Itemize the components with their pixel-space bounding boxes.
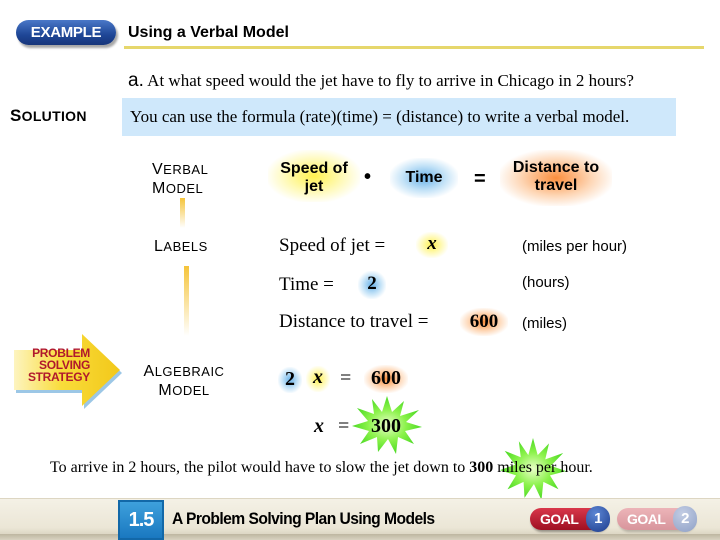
label-name: Speed of jet = [279,235,386,256]
section-number-button[interactable]: 1.5 [118,500,164,540]
example-badge: EXAMPLE [16,20,116,45]
term-speed-line2: jet [304,178,324,195]
goal-1-label: GOAL [540,511,579,527]
labels-rest: ABELS [163,239,208,254]
equation-equals: = [340,367,352,389]
question-letter: a. [128,70,144,91]
header-divider [124,46,704,49]
section-title-link[interactable]: A Problem Solving Plan Using Models [172,509,435,529]
label-value: 600 [469,311,499,332]
label-value: x [427,233,437,254]
label-value: 2 [367,273,377,294]
conclusion-after: miles per hour. [497,459,593,476]
label-row-speed: Speed of jet = [279,235,385,257]
result-value: 300 [371,415,401,437]
model-rest: ODEL [165,181,204,196]
solution-label-rest: OLUTION [21,108,87,124]
connector-bar [180,198,185,228]
equation-variable: x [313,366,323,388]
conclusion-before: To arrive in 2 hours, the pilot would ha… [50,459,466,476]
equals-operator: = [474,168,486,190]
algebraic-cap: A [143,363,155,380]
times-operator: • [364,166,372,188]
label-unit: (miles per hour) [522,238,628,255]
model-cap: M [158,382,173,399]
algebraic-model-label: ALGEBRAIC MODEL [132,362,236,400]
verbal-rest: ERBAL [163,162,209,177]
goal-2-number: 2 [673,506,697,532]
model-rest: ODEL [172,383,210,398]
solution-label: SOLUTION [10,106,87,126]
footer-shadow [0,534,720,540]
verbal-cap: V [152,161,164,178]
label-row-time: Time = [279,274,334,296]
term-time: Time [405,169,443,186]
solution-text: You can use the formula (rate)(time) = (… [130,107,630,126]
connector-bar [184,266,189,336]
result-equals: = [338,415,350,437]
conclusion-text: To arrive in 2 hours, the pilot would ha… [50,459,593,477]
labels-label: LABELS [154,237,208,256]
term-speed-of-jet: Speed of jet [268,160,360,196]
strategy-badge-text: PROBLEM SOLVING STRATEGY [24,347,90,383]
term-distance-line2: travel [534,177,578,194]
labels-cap: L [154,238,164,255]
verbal-model-label: VERBAL MODEL [152,160,208,198]
label-name: Distance to travel = [279,311,429,332]
label-unit: (hours) [522,274,570,291]
goal-1-button[interactable]: GOAL 1 [530,506,610,532]
label-row-distance: Distance to travel = [279,311,428,333]
goal-1-number: 1 [586,506,610,532]
conclusion-highlight: 300 [469,459,494,476]
term-distance-line1: Distance to [512,159,600,176]
solution-label-cap: S [10,106,22,125]
equation-coefficient: 2 [285,368,295,390]
strategy-line3: STRATEGY [27,370,90,384]
model-cap: M [152,180,166,197]
question: a. At what speed would the jet have to f… [128,70,634,92]
term-distance: Distance to travel [500,159,612,195]
equation-rhs: 600 [371,367,401,389]
label-name: Time = [279,274,334,295]
goal-2-label: GOAL [627,511,666,527]
question-text: At what speed would the jet have to fly … [147,71,634,90]
algebraic-rest: LGEBRAIC [154,364,225,379]
term-speed-line1: Speed of [280,160,348,177]
example-title: Using a Verbal Model [128,24,289,41]
goal-2-button[interactable]: GOAL 2 [617,506,697,532]
result-variable: x [314,415,324,437]
label-unit: (miles) [522,315,567,332]
